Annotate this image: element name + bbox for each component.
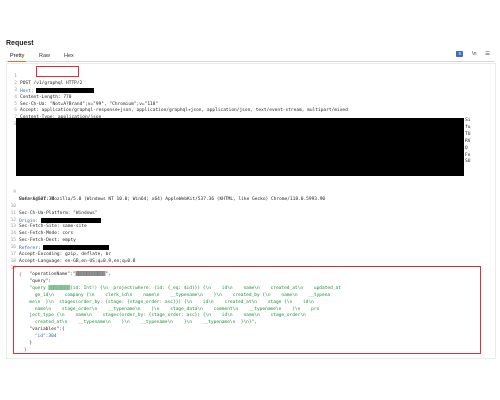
tab-raw[interactable]: Raw xyxy=(39,53,50,59)
tab-hex[interactable]: Hex xyxy=(64,53,74,59)
view-tabs: Pretty Raw Hex ≡ \n ☰ xyxy=(6,51,494,62)
line-18: 18 xyxy=(10,258,16,264)
line-12: 12 Sec-Fetch-Site: same-site xyxy=(10,217,87,230)
line-13: 13 Sec-Fetch-Mode: cors xyxy=(10,224,74,237)
line-15: 15 Referer: xyxy=(6,231,494,251)
editor-tools: ≡ \n ☰ xyxy=(449,51,490,57)
endpoint-highlight-box xyxy=(36,66,79,77)
line-9: 9 User-Agent: Mozilla/5.0 (Windows NT 10… xyxy=(13,189,326,202)
panel-title: Request xyxy=(6,40,34,47)
line-3: 3 Content-Length: 770 xyxy=(14,87,72,100)
line-16: 16 Accept-Encoding: gzip, deflate, br xyxy=(10,245,112,257)
line-6: 6 Content-Type: application/json xyxy=(14,108,101,120)
token-fragments: Si fu TU RV Q Fn SU xyxy=(465,118,471,165)
line-11: 11 Origin: xyxy=(6,204,494,224)
line-1: 1 POST /v1/graphql HTTP/2 xyxy=(14,73,83,86)
line-2: 2 Host: xyxy=(7,74,495,94)
newline-toggle-icon[interactable]: \n xyxy=(472,51,477,57)
pretty-print-icon[interactable]: ≡ xyxy=(456,51,464,57)
line-17: 17 Accept-Language: en-GB,en-US;q=0.9,en… xyxy=(10,252,136,264)
line-7: 7 Sec-Ch-Ua-Mobile: ?0 xyxy=(7,108,495,127)
tab-pretty[interactable]: Pretty xyxy=(7,53,27,62)
line-9-cont: Safari/537.36 xyxy=(19,196,55,202)
line-5: 5 Accept: application/graphql-response+j… xyxy=(14,101,348,114)
redacted-token-block xyxy=(16,118,464,176)
line-4: 4 Sec-Ch-Ua: "Not=A?Brand";v="99", "Chro… xyxy=(14,94,159,107)
line-10: 10 Sec-Ch-Ua-Platform: "Windows" xyxy=(10,203,98,216)
line-14: 14 Sec-Fetch-Dest: empty xyxy=(10,231,76,244)
line-19: 19 { xyxy=(10,265,22,278)
body-highlight-box xyxy=(13,266,481,354)
menu-icon[interactable]: ☰ xyxy=(485,51,490,57)
